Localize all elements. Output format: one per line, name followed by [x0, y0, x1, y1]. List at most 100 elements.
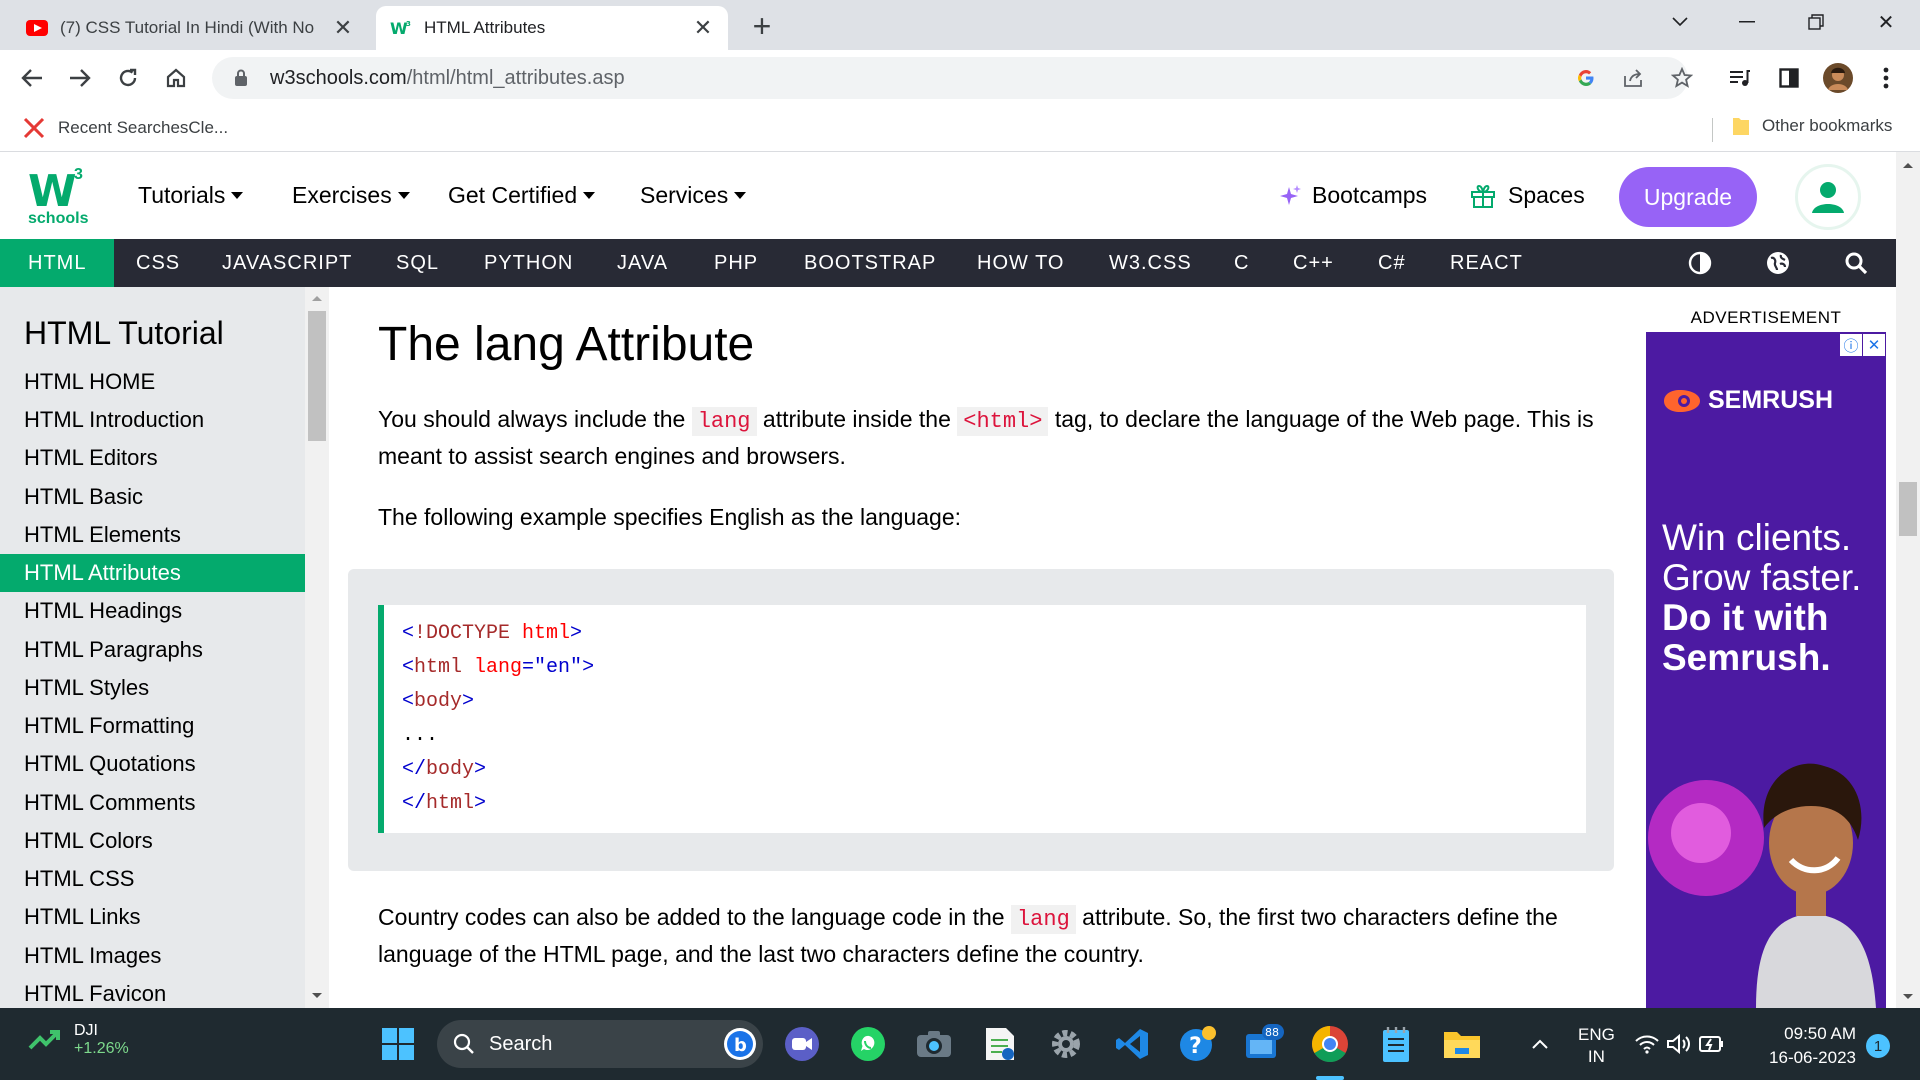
- forward-button[interactable]: [62, 60, 98, 96]
- ad-close-icon[interactable]: ✕: [1863, 334, 1885, 356]
- subnav-c[interactable]: C: [1234, 239, 1249, 287]
- sidebar-item-html-elements[interactable]: HTML Elements: [0, 516, 305, 554]
- tab-youtube[interactable]: (7) CSS Tutorial In Hindi (With No ✕: [12, 6, 368, 50]
- subnav-java[interactable]: JAVA: [617, 239, 668, 287]
- vscode-icon[interactable]: [1110, 1022, 1154, 1066]
- media-control-icon[interactable]: [1722, 60, 1758, 96]
- bookmark-other[interactable]: Other bookmarks: [1732, 116, 1892, 136]
- tab-title: HTML Attributes: [424, 18, 546, 37]
- teams-meet-icon[interactable]: [780, 1022, 824, 1066]
- taskbar-search[interactable]: Search b: [437, 1020, 763, 1068]
- sidebar-item-html-links[interactable]: HTML Links: [0, 898, 305, 936]
- file-explorer-icon[interactable]: [1440, 1022, 1484, 1066]
- sidebar-item-html-attributes[interactable]: HTML Attributes: [0, 554, 305, 592]
- help-icon[interactable]: ?: [1176, 1022, 1220, 1066]
- tab-html-attributes[interactable]: W3 HTML Attributes ✕: [376, 6, 728, 50]
- sidebar-item-html-images[interactable]: HTML Images: [0, 937, 305, 975]
- chrome-icon[interactable]: [1308, 1022, 1352, 1066]
- mail-app-icon[interactable]: 88: [1242, 1022, 1286, 1066]
- advertisement[interactable]: ⓘ ✕ SEMRUSH Win clients. Grow faster. Do…: [1646, 332, 1886, 1008]
- sidebar-item-html-home[interactable]: HTML HOME: [0, 363, 305, 401]
- whatsapp-icon[interactable]: [846, 1022, 890, 1066]
- subnav-html[interactable]: HTML: [0, 239, 115, 287]
- home-button[interactable]: [158, 60, 194, 96]
- search-icon[interactable]: [1844, 251, 1868, 275]
- side-panel-icon[interactable]: [1771, 60, 1807, 96]
- scroll-down-icon[interactable]: [1896, 988, 1920, 1006]
- close-icon[interactable]: ✕: [692, 15, 714, 40]
- sidebar-item-html-editors[interactable]: HTML Editors: [0, 439, 305, 477]
- subnav-python[interactable]: PYTHON: [484, 239, 573, 287]
- notification-badge[interactable]: 1: [1866, 1034, 1890, 1058]
- back-button[interactable]: [14, 60, 50, 96]
- page-scroll-thumb[interactable]: [1899, 482, 1917, 536]
- camera-app-icon[interactable]: [912, 1022, 956, 1066]
- stock-widget[interactable]: DJI +1.26%: [28, 1022, 129, 1058]
- bing-icon[interactable]: b: [723, 1027, 757, 1061]
- subnav-php[interactable]: PHP: [714, 239, 758, 287]
- subnav-css[interactable]: CSS: [136, 239, 180, 287]
- restore-button[interactable]: [1786, 0, 1846, 44]
- google-icon[interactable]: [1568, 60, 1604, 96]
- sidebar-item-html-paragraphs[interactable]: HTML Paragraphs: [0, 631, 305, 669]
- nav-bootcamps[interactable]: Bootcamps: [1280, 182, 1427, 209]
- sidebar-item-html-formatting[interactable]: HTML Formatting: [0, 707, 305, 745]
- settings-gear-icon[interactable]: [1044, 1022, 1088, 1066]
- subnav-bootstrap[interactable]: BOOTSTRAP: [804, 239, 936, 287]
- dark-mode-icon[interactable]: [1688, 251, 1712, 275]
- scroll-down-icon[interactable]: [305, 987, 329, 1005]
- user-avatar[interactable]: [1795, 164, 1861, 230]
- sidebar-item-html-colors[interactable]: HTML Colors: [0, 822, 305, 860]
- subnav-csharp[interactable]: C#: [1378, 239, 1406, 287]
- bookmark-recent-searches[interactable]: Recent SearchesCle...: [22, 116, 228, 140]
- sidebar-item-html-css[interactable]: HTML CSS: [0, 860, 305, 898]
- subnav-javascript[interactable]: JAVASCRIPT: [222, 239, 352, 287]
- minimize-button[interactable]: [1717, 0, 1777, 44]
- nav-tutorials[interactable]: Tutorials: [138, 182, 244, 209]
- system-tray[interactable]: [1630, 1022, 1730, 1066]
- sidebar-item-html-quotations[interactable]: HTML Quotations: [0, 745, 305, 783]
- reload-button[interactable]: [110, 60, 146, 96]
- scroll-up-icon[interactable]: [305, 289, 329, 307]
- subnav-cpp[interactable]: C++: [1293, 239, 1334, 287]
- close-window-button[interactable]: ✕: [1856, 0, 1916, 44]
- sidebar-item-html-basic[interactable]: HTML Basic: [0, 478, 305, 516]
- page-scrollbar[interactable]: [1896, 152, 1920, 1008]
- windows-start-icon[interactable]: [376, 1022, 420, 1066]
- address-bar[interactable]: w3schools.com/html/html_attributes.asp: [212, 57, 1688, 99]
- subnav-react[interactable]: REACT: [1450, 239, 1523, 287]
- close-icon[interactable]: ✕: [332, 15, 354, 40]
- more-menu-icon[interactable]: [1868, 60, 1904, 96]
- upgrade-button[interactable]: Upgrade: [1619, 167, 1757, 227]
- nav-get-certified[interactable]: Get Certified: [448, 182, 596, 209]
- sidebar-scroll-thumb[interactable]: [308, 311, 326, 441]
- notepad-icon[interactable]: [1374, 1022, 1418, 1066]
- language-indicator[interactable]: ENG IN: [1578, 1024, 1615, 1068]
- chevron-up-icon[interactable]: [1518, 1022, 1562, 1066]
- subnav-how-to[interactable]: HOW TO: [977, 239, 1064, 287]
- sidebar-item-html-styles[interactable]: HTML Styles: [0, 669, 305, 707]
- sidebar-item-html-introduction[interactable]: HTML Introduction: [0, 401, 305, 439]
- search-icon: [453, 1033, 474, 1054]
- sidebar-item-html-favicon[interactable]: HTML Favicon: [0, 975, 305, 1008]
- new-tab-button[interactable]: +: [744, 8, 780, 44]
- globe-icon[interactable]: [1766, 251, 1790, 275]
- clock[interactable]: 09:50 AM 16-06-2023: [1754, 1022, 1856, 1070]
- scroll-up-icon[interactable]: [1896, 156, 1920, 174]
- sidebar-item-html-headings[interactable]: HTML Headings: [0, 592, 305, 630]
- w3schools-logo[interactable]: W 3 schools: [26, 166, 92, 230]
- nav-spaces[interactable]: Spaces: [1470, 182, 1585, 209]
- nav-exercises[interactable]: Exercises: [292, 182, 410, 209]
- notepad-plus-icon[interactable]: [978, 1022, 1022, 1066]
- subnav-w3css[interactable]: W3.CSS: [1109, 239, 1192, 287]
- sidebar-scrollbar[interactable]: [305, 287, 329, 1008]
- lock-icon[interactable]: [230, 67, 252, 89]
- nav-services[interactable]: Services: [640, 182, 747, 209]
- profile-avatar[interactable]: [1820, 60, 1856, 96]
- tab-search-icon[interactable]: [1650, 0, 1710, 44]
- ad-info-icon[interactable]: ⓘ: [1840, 334, 1862, 356]
- bookmark-star-icon[interactable]: [1664, 60, 1700, 96]
- share-icon[interactable]: [1616, 60, 1652, 96]
- sidebar-item-html-comments[interactable]: HTML Comments: [0, 784, 305, 822]
- subnav-sql[interactable]: SQL: [396, 239, 439, 287]
